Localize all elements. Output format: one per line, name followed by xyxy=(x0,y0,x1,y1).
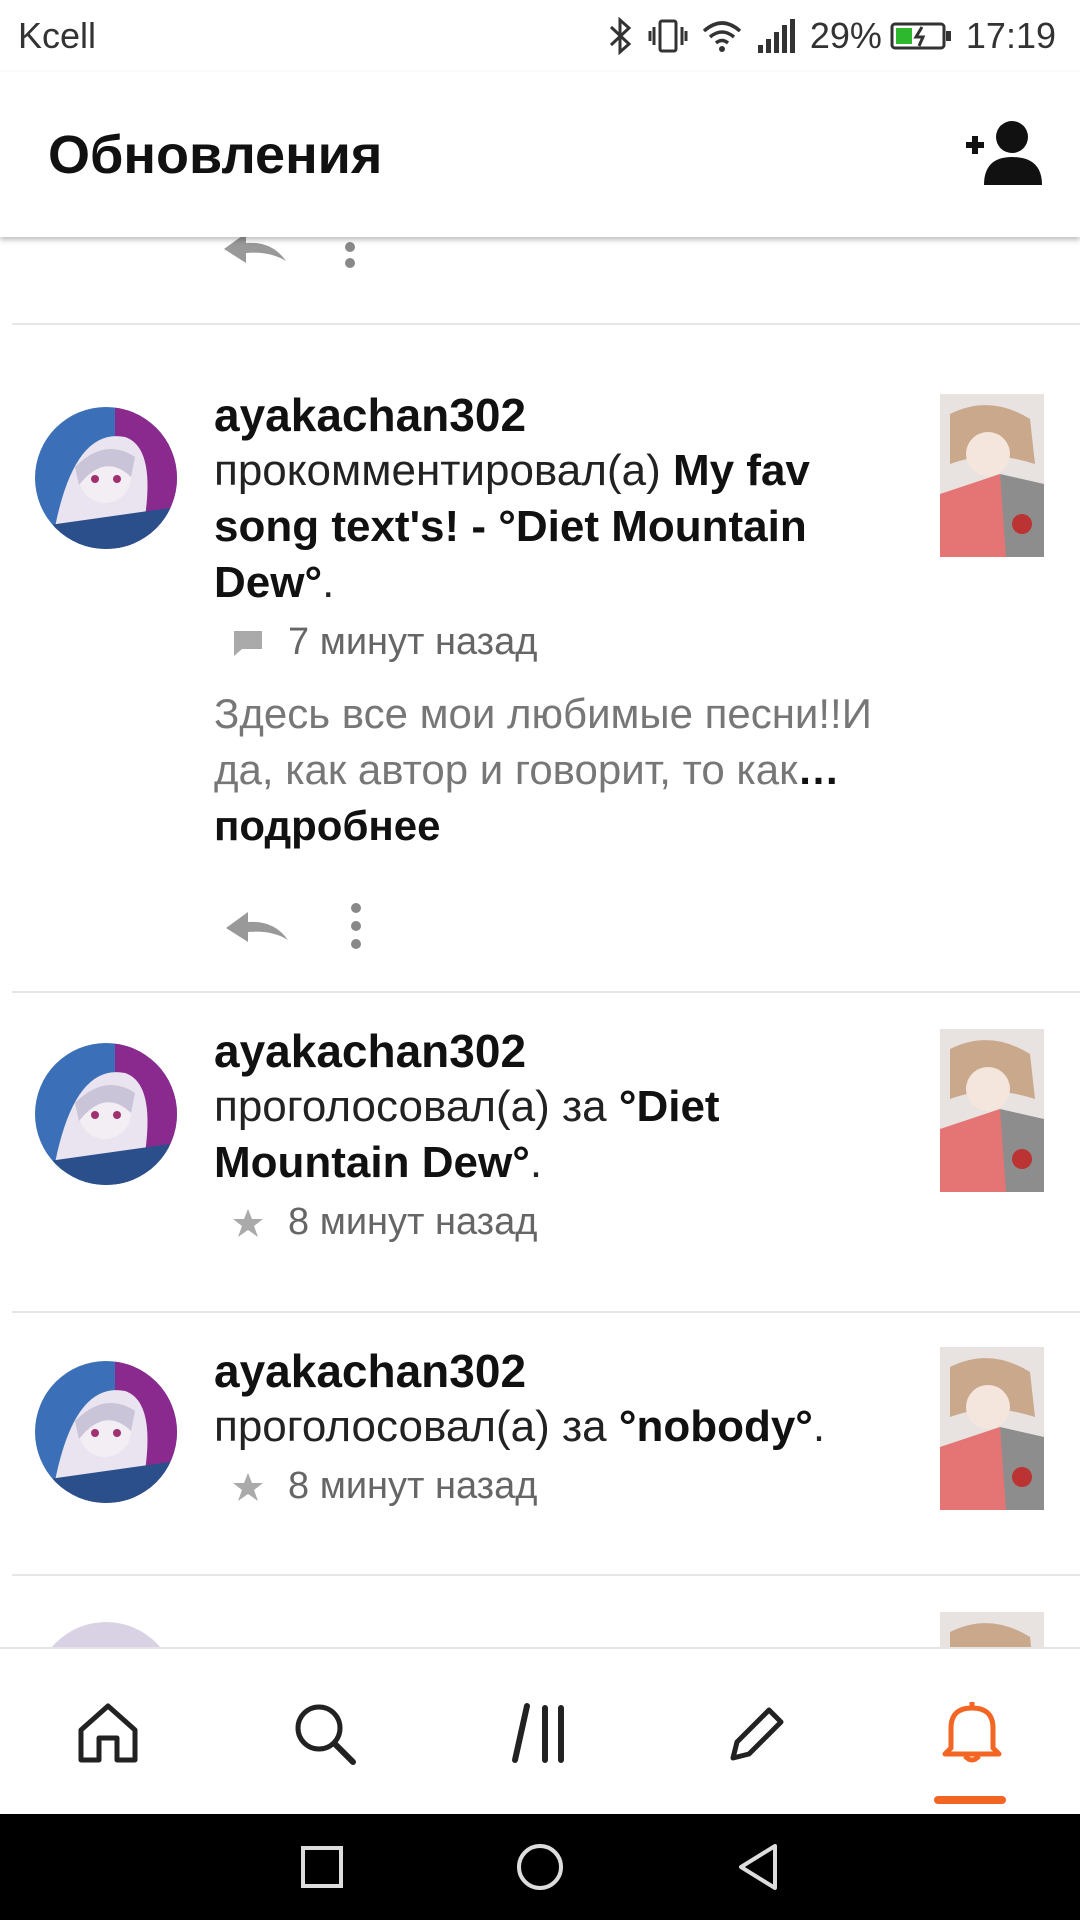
avatar[interactable] xyxy=(35,1361,177,1503)
home-icon xyxy=(78,1703,138,1762)
nav-library[interactable] xyxy=(432,1649,648,1816)
avatar[interactable] xyxy=(35,1043,177,1185)
notification-actions xyxy=(222,896,894,956)
more-vertical-icon[interactable] xyxy=(340,237,360,277)
vibrate-icon xyxy=(648,19,688,53)
timestamp: 8 минут назад xyxy=(288,1201,538,1243)
home-button-icon[interactable] xyxy=(515,1842,565,1892)
nav-search[interactable] xyxy=(216,1649,432,1816)
partial-item-actions xyxy=(220,237,520,277)
timestamp: 8 минут назад xyxy=(288,1465,538,1507)
page-title: Обновления xyxy=(48,124,383,185)
star-icon xyxy=(233,1472,263,1501)
wifi-icon xyxy=(702,21,742,52)
app-bar: Обновления xyxy=(0,72,1080,237)
notification-item[interactable]: ayakachan302 прокомментировал(а) My fav s… xyxy=(0,325,1080,995)
notification-meta: 8 минут назад xyxy=(232,1465,894,1508)
notification-content: ayakachan302 проголосовал(а) за °nobody°… xyxy=(214,1343,894,1508)
notification-item[interactable]: ayakachan302 проголосовал(а) за °nobody°… xyxy=(0,1313,1080,1575)
recents-button-icon[interactable] xyxy=(299,1844,345,1890)
story-cover-thumbnail[interactable] xyxy=(940,1612,1044,1647)
username[interactable]: ayakachan302 xyxy=(214,1023,894,1079)
reply-icon[interactable] xyxy=(220,237,290,267)
story-link[interactable]: °nobody° xyxy=(619,1402,813,1451)
notification-meta: 8 минут назад xyxy=(232,1201,894,1244)
pencil-icon xyxy=(730,1707,784,1760)
reply-icon[interactable] xyxy=(222,906,292,946)
add-user-icon xyxy=(966,121,1042,185)
story-cover-thumbnail[interactable] xyxy=(940,1029,1044,1192)
bell-icon xyxy=(942,1701,1002,1762)
notification-content: ayakachan302 проголосовал(а) за °Diet Mou… xyxy=(214,1023,894,1244)
story-cover-thumbnail[interactable] xyxy=(940,1347,1044,1510)
notification-text: прокомментировал(а) My fav song text's! -… xyxy=(214,446,810,607)
library-icon xyxy=(512,1702,564,1763)
bluetooth-icon xyxy=(609,17,632,55)
notification-text: проголосовал(а) за °nobody°. xyxy=(214,1402,826,1451)
notification-item[interactable]: ayakachan302 проголосовал(а) за °Diet Mou… xyxy=(0,993,1080,1255)
nav-notifications[interactable] xyxy=(864,1649,1080,1816)
carrier-label: Kcell xyxy=(18,15,97,56)
story-cover-thumbnail[interactable] xyxy=(940,394,1044,557)
battery-icon xyxy=(890,22,951,50)
avatar[interactable] xyxy=(35,1622,177,1647)
back-button-icon[interactable] xyxy=(735,1842,781,1892)
timestamp: 7 минут назад xyxy=(288,621,538,663)
nav-home[interactable] xyxy=(0,1649,216,1816)
more-vertical-icon[interactable] xyxy=(346,896,366,956)
notification-feed[interactable]: ayakachan302 прокомментировал(а) My fav s… xyxy=(0,237,1080,1647)
notification-meta: 7 минут назад xyxy=(232,621,894,664)
notification-content: ayakachan302 прокомментировал(а) My fav s… xyxy=(214,387,894,956)
signal-icon xyxy=(757,19,795,53)
divider xyxy=(12,1574,1080,1576)
username[interactable]: ayakachan302 xyxy=(214,387,894,443)
comment-snippet: Здесь все мои любимые песни!!И да, как а… xyxy=(214,690,872,849)
system-navigation-bar xyxy=(0,1814,1080,1920)
nav-write[interactable] xyxy=(648,1649,864,1816)
username[interactable]: ayakachan302 xyxy=(214,1343,894,1399)
notification-text: проголосовал(а) за °Diet Mountain Dew°. xyxy=(214,1082,720,1187)
active-tab-indicator xyxy=(934,1796,1006,1804)
battery: 29% xyxy=(810,15,952,57)
status-icons: 29% 17:19 xyxy=(608,15,1056,57)
search-icon xyxy=(295,1704,356,1765)
comment-icon xyxy=(234,630,262,656)
status-bar: Kcell 29% 17:19 xyxy=(0,0,1080,72)
add-friend-button[interactable] xyxy=(964,117,1046,192)
battery-percent: 29% xyxy=(809,15,882,56)
star-icon xyxy=(233,1208,263,1237)
avatar[interactable] xyxy=(35,407,177,549)
bottom-navigation xyxy=(0,1647,1080,1816)
clock: 17:19 xyxy=(965,15,1056,56)
